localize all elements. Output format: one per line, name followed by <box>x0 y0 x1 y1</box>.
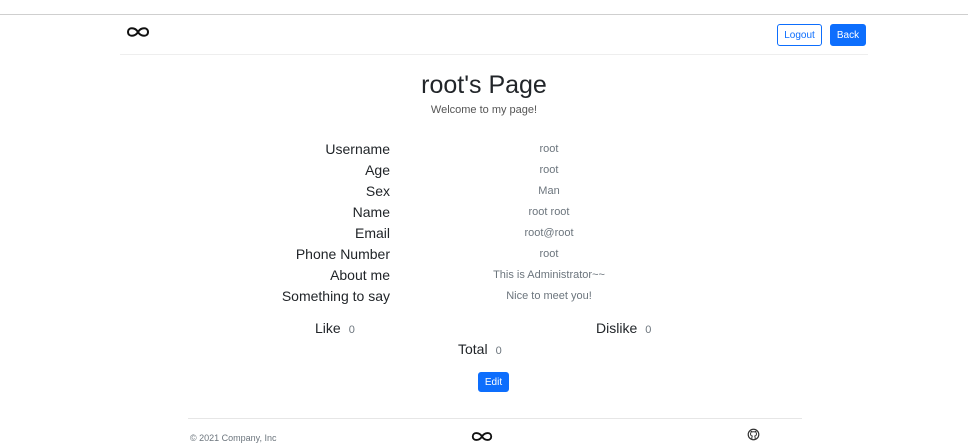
back-button[interactable]: Back <box>830 24 866 46</box>
profile-row-name: Name root root <box>0 204 968 224</box>
profile-row-email: Email root@root <box>0 225 968 245</box>
profile-row-phone: Phone Number root <box>0 246 968 266</box>
page-subtitle: Welcome to my page! <box>430 104 538 116</box>
logout-button[interactable]: Logout <box>777 24 822 46</box>
profile-label: Username <box>325 141 390 157</box>
like-stat: Like 0 <box>315 320 355 336</box>
profile-value: root <box>539 248 559 260</box>
profile-value: Man <box>538 185 560 197</box>
like-label: Like <box>315 320 341 336</box>
edit-button[interactable]: Edit <box>478 372 509 392</box>
navbar: Logout Back <box>0 15 968 55</box>
dislike-stat: Dislike 0 <box>596 320 651 336</box>
total-stat: Total 0 <box>458 341 502 357</box>
profile-value: Nice to meet you! <box>506 290 592 302</box>
profile-row-something-to-say: Something to say Nice to meet you! <box>0 288 968 308</box>
total-label: Total <box>458 341 488 357</box>
profile-row-sex: Sex Man <box>0 183 968 203</box>
page-title: root's Page <box>421 71 547 99</box>
profile-label: Phone Number <box>295 246 390 262</box>
profile-row-about: About me This is Administrator~~ <box>0 267 968 287</box>
like-count: 0 <box>348 324 355 336</box>
profile-label: About me <box>330 267 390 283</box>
dislike-count: 0 <box>645 324 652 336</box>
profile-label: Age <box>365 162 390 178</box>
profile-value: root <box>539 143 559 155</box>
profile-row-username: Username root <box>0 141 968 161</box>
dislike-label: Dislike <box>596 320 638 336</box>
profile-label: Email <box>354 225 390 241</box>
profile-value: root@root <box>524 227 574 239</box>
profile-row-age: Age root <box>0 162 968 182</box>
profile-label: Name <box>352 204 390 220</box>
footer-divider <box>188 418 802 419</box>
infinity-icon[interactable] <box>470 430 494 443</box>
github-icon[interactable] <box>747 428 760 441</box>
copyright-text: © 2021 Company, Inc <box>190 433 277 443</box>
infinity-icon[interactable] <box>125 25 151 39</box>
profile-value: root root <box>528 206 570 218</box>
profile-label: Sex <box>365 183 390 199</box>
profile-value: This is Administrator~~ <box>493 269 605 281</box>
profile-label: Something to say <box>281 288 390 304</box>
profile-value: root <box>539 164 559 176</box>
navbar-divider <box>120 54 868 55</box>
total-count: 0 <box>495 345 502 357</box>
